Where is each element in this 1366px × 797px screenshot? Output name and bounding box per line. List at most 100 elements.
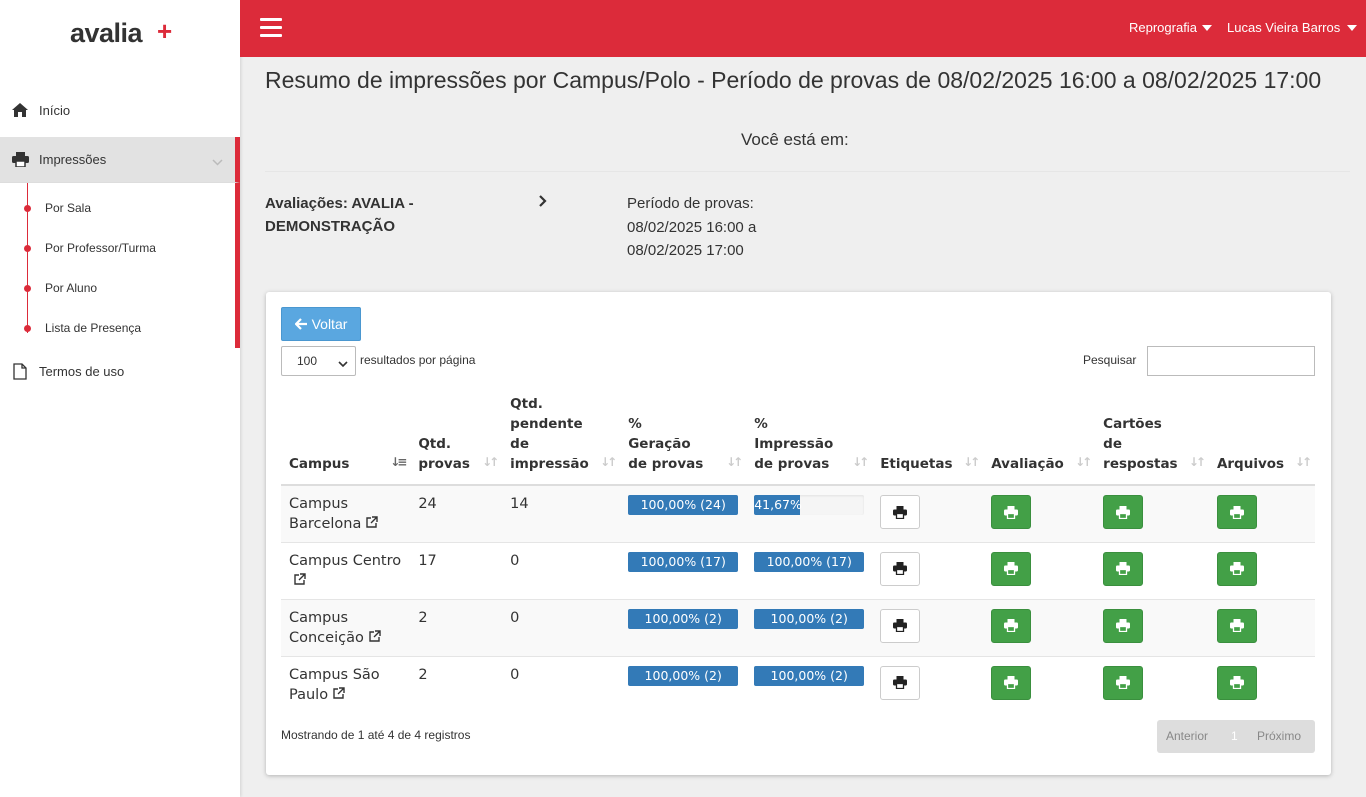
progress-label: 100,00% (2)	[644, 667, 722, 683]
results-table: Campus ↓≡ Qtd. provas ↓↑ Qtd. pendente de …	[281, 392, 1315, 713]
external-link-icon[interactable]	[293, 572, 306, 592]
search-input[interactable]	[1147, 346, 1315, 376]
sidebar-item-por-sala[interactable]: Por Sala	[0, 188, 235, 228]
divider	[265, 171, 1350, 172]
external-link-icon[interactable]	[365, 515, 379, 535]
reprografia-dropdown[interactable]: Reprografia	[1129, 20, 1212, 35]
hamburger-menu-icon[interactable]	[260, 18, 282, 38]
progress-label: 100,00% (17)	[766, 553, 852, 569]
print-etiquetas-button[interactable]	[880, 551, 921, 586]
chevron-down-icon	[212, 154, 223, 169]
sort-icon: ↓↑	[1188, 455, 1206, 469]
print-avaliacao-button[interactable]	[991, 608, 1032, 643]
progress-bar-geracao: 100,00% (2)	[628, 665, 739, 686]
sidebar-item-por-aluno[interactable]: Por Aluno	[0, 268, 235, 308]
print-etiquetas-button[interactable]	[880, 495, 921, 529]
col-campus[interactable]: Campus ↓≡	[281, 392, 411, 486]
cell-etiquetas	[872, 598, 984, 656]
page-length-select[interactable]: 100	[281, 346, 356, 376]
cell-impressao: 100,00% (2)	[746, 655, 873, 713]
print-etiquetas-button[interactable]	[880, 665, 921, 700]
external-link-icon[interactable]	[332, 686, 345, 706]
col-avaliacao[interactable]: Avaliação ↓↑	[983, 392, 1096, 486]
cell-avaliacao	[983, 541, 1096, 599]
printer-icon	[1229, 562, 1244, 575]
printer-icon	[1229, 619, 1244, 632]
print-arquivos-button[interactable]	[1216, 551, 1257, 586]
printer-icon	[1116, 676, 1131, 689]
progress-bar-impressao: 100,00% (2)	[754, 665, 865, 686]
cell-qtd-pendente: 0	[502, 655, 621, 713]
print-cartoes-button[interactable]	[1103, 608, 1144, 643]
progress-bar-geracao: 100,00% (2)	[628, 608, 739, 629]
sidebar-item-label: Início	[39, 102, 71, 118]
printer-icon	[893, 562, 908, 575]
pagination-page-1[interactable]: 1	[1231, 729, 1238, 743]
cell-campus: Campus São Paulo	[281, 655, 411, 713]
topbar: Reprografia Lucas Vieira Barros	[240, 0, 1366, 57]
sidebar-item-lista-de-presenca[interactable]: Lista de Presença	[0, 308, 235, 348]
sidebar-item-termos[interactable]: Termos de uso	[0, 350, 240, 392]
bullet-dot	[24, 284, 31, 292]
print-arquivos-button[interactable]	[1216, 495, 1257, 529]
campus-name: Campus Centro	[289, 552, 402, 569]
col-etiquetas[interactable]: Etiquetas ↓↑	[872, 392, 984, 486]
sidebar-item-impressoes[interactable]: Impressões	[0, 137, 240, 183]
sidebar-item-label: Por Professor/Turma	[45, 241, 156, 255]
results-panel: Voltar 100 resultados por página Pesquis…	[266, 292, 1331, 775]
periodo-end: 08/02/2025 17:00	[627, 242, 744, 259]
col-qtd-pendente[interactable]: Qtd. pendente de impressão ↓↑	[502, 392, 621, 486]
print-avaliacao-button[interactable]	[991, 551, 1032, 586]
bullet-dot	[24, 244, 31, 252]
avalia-logo[interactable]: avalia +	[70, 16, 172, 54]
col-label: Qtd. pendente de impressão	[510, 396, 589, 472]
sidebar-item-por-professor-turma[interactable]: Por Professor/Turma	[0, 228, 235, 268]
cell-etiquetas	[872, 655, 984, 713]
cell-cartoes	[1095, 484, 1209, 542]
progress-label: 100,00% (17)	[640, 553, 726, 569]
pagination-previous[interactable]: Anterior	[1166, 729, 1208, 743]
print-arquivos-button[interactable]	[1216, 608, 1257, 643]
caret-down-icon	[1347, 24, 1358, 31]
pagination-next[interactable]: Próximo	[1257, 729, 1301, 743]
printer-icon	[10, 151, 30, 169]
print-arquivos-button[interactable]	[1216, 665, 1257, 700]
cell-etiquetas	[872, 541, 984, 599]
file-icon	[10, 362, 30, 380]
voltar-button[interactable]: Voltar	[281, 307, 361, 341]
cell-campus: Campus Centro	[281, 541, 411, 599]
sort-icon: ↓↑	[1075, 455, 1092, 469]
print-cartoes-button[interactable]	[1103, 551, 1144, 586]
printer-icon	[893, 619, 908, 632]
printer-icon	[1229, 505, 1244, 519]
sort-icon: ↓↑	[1294, 455, 1312, 469]
col-arquivos[interactable]: Arquivos ↓↑	[1208, 392, 1315, 486]
pagination: Anterior 1 Próximo	[1157, 720, 1315, 753]
printer-icon	[1116, 562, 1131, 575]
print-cartoes-button[interactable]	[1103, 495, 1144, 529]
cell-geracao: 100,00% (2)	[620, 598, 747, 656]
cell-qtd-pendente: 0	[502, 598, 621, 656]
breadcrumb-avaliacoes[interactable]: Avaliações: AVALIA - DEMONSTRAÇÃO	[265, 192, 465, 238]
cell-geracao: 100,00% (2)	[620, 655, 747, 713]
col-qtd-provas[interactable]: Qtd. provas ↓↑	[410, 392, 503, 486]
print-cartoes-button[interactable]	[1103, 665, 1144, 700]
col-cartoes[interactable]: Cartões de respostas ↓↑	[1095, 392, 1209, 486]
cell-avaliacao	[983, 484, 1096, 542]
col-impressao[interactable]: % Impressão de provas ↓↑	[746, 392, 873, 486]
external-link-icon[interactable]	[368, 629, 381, 649]
cell-avaliacao	[983, 655, 1096, 713]
progress-label: 100,00% (24)	[640, 497, 726, 512]
logo-plus: +	[157, 16, 173, 46]
voltar-label: Voltar	[311, 316, 348, 332]
print-avaliacao-button[interactable]	[991, 665, 1032, 700]
print-etiquetas-button[interactable]	[880, 608, 921, 643]
table-row: Campus São Paulo 2 0 100,00% (2) 100,00%…	[281, 655, 1315, 713]
col-label: % Impressão de provas	[754, 416, 834, 472]
print-avaliacao-button[interactable]	[991, 495, 1032, 529]
sidebar-item-inicio[interactable]: Início	[0, 88, 240, 132]
user-name: Lucas Vieira Barros	[1227, 20, 1341, 35]
user-dropdown[interactable]: Lucas Vieira Barros	[1227, 20, 1358, 35]
col-geracao[interactable]: % Geração de provas ↓↑	[620, 392, 747, 486]
col-label: Arquivos	[1216, 456, 1285, 472]
